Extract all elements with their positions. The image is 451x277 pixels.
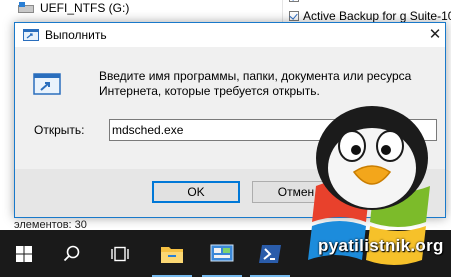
open-label: Открыть: bbox=[34, 123, 85, 137]
windows-start-icon bbox=[16, 245, 32, 262]
dialog-description: Введите имя программы, папки, документа … bbox=[99, 69, 412, 98]
close-icon: ✕ bbox=[428, 26, 442, 43]
close-button[interactable]: ✕ bbox=[426, 26, 444, 44]
drive-label: UEFI_NTFS (G:) bbox=[40, 1, 130, 15]
task-view-button[interactable] bbox=[96, 230, 144, 277]
control-panel-icon bbox=[210, 244, 234, 261]
watermark-text: pyatilistnik.org bbox=[318, 236, 444, 255]
powershell-icon bbox=[259, 244, 281, 263]
search-button[interactable] bbox=[48, 230, 96, 277]
drive-item[interactable]: UEFI_NTFS (G:) bbox=[18, 0, 129, 16]
file-explorer-icon bbox=[161, 246, 183, 263]
checkbox-icon bbox=[289, 0, 299, 2]
drive-icon bbox=[18, 2, 34, 14]
run-large-icon bbox=[33, 73, 61, 95]
ok-button[interactable]: OK bbox=[152, 181, 240, 203]
list-item[interactable]: Active Backup for g Suite-10.js bbox=[289, 9, 451, 23]
task-view-icon bbox=[111, 246, 129, 261]
run-icon bbox=[23, 29, 39, 41]
powershell-button[interactable] bbox=[246, 230, 294, 277]
dialog-titlebar[interactable]: Выполнить ✕ bbox=[15, 23, 445, 47]
list-item-label: Active Backup for g Suite-10.js bbox=[303, 9, 451, 23]
file-explorer-button[interactable] bbox=[148, 230, 196, 277]
dialog-title: Выполнить bbox=[45, 28, 107, 42]
search-icon bbox=[63, 245, 80, 261]
checkbox-icon bbox=[289, 11, 299, 21]
control-panel-button[interactable] bbox=[198, 230, 246, 277]
start-button[interactable] bbox=[0, 230, 48, 277]
list-item[interactable] bbox=[289, 0, 303, 2]
